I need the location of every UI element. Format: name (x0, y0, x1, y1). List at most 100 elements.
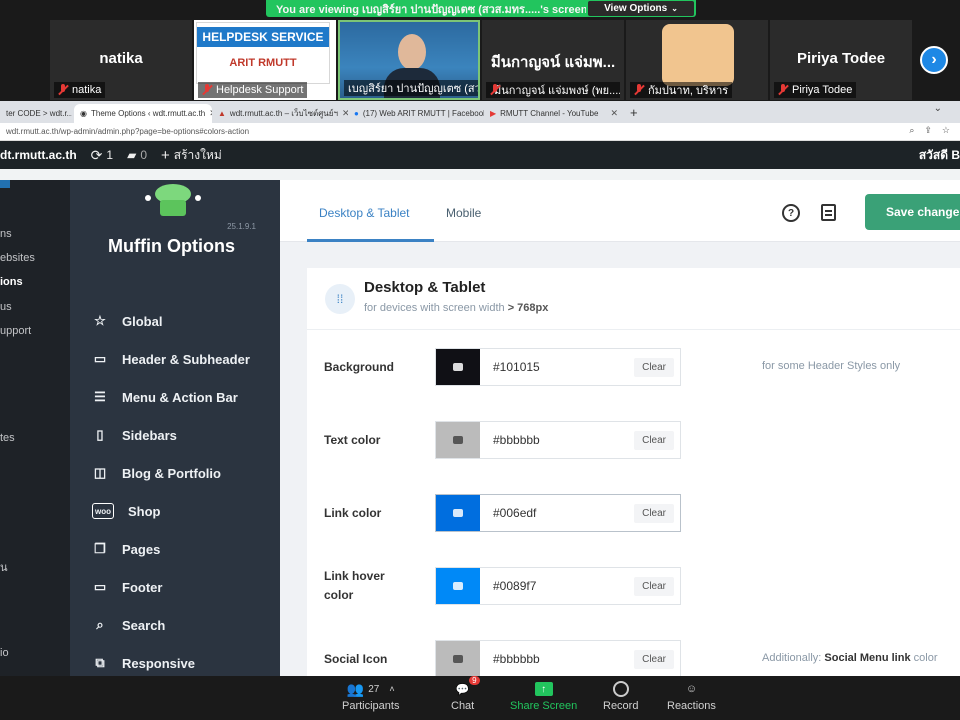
color-swatch[interactable] (436, 495, 480, 531)
search-icon: ⌕ (96, 617, 104, 632)
zoom-icon[interactable]: ⌕ (909, 125, 914, 136)
sidebar-item-current[interactable]: ions (0, 276, 23, 288)
site-name-link[interactable]: dt.rmutt.ac.th (0, 148, 77, 162)
wp-admin-sidebar: ns ebsites ions us upport tes น io (0, 180, 70, 676)
nav-header-subheader[interactable]: ▭ Header & Subheader (92, 351, 250, 367)
close-icon[interactable]: ✕ (610, 108, 618, 119)
browser-tab[interactable]: ▶ RMUTT Channel - YouTube ✕ (484, 104, 624, 123)
greeting[interactable]: สวัสดี B (919, 146, 960, 165)
record-button[interactable]: Record (603, 680, 638, 712)
nav-pages[interactable]: ❐ Pages (92, 541, 160, 557)
color-hex-input[interactable]: #006edf (493, 506, 536, 520)
clear-button[interactable]: Clear (634, 649, 674, 669)
responsive-icon: ⧉ (95, 655, 105, 670)
clear-button[interactable]: Clear (634, 576, 674, 596)
new-content-link[interactable]: + สร้างใหม่ (161, 146, 222, 165)
color-swatch[interactable] (436, 422, 480, 458)
color-swatch[interactable] (436, 349, 480, 385)
participant-tile[interactable]: กัมปนาท, บริหาร (626, 20, 768, 100)
sidebar-item[interactable]: us (0, 301, 12, 313)
save-changes-button[interactable]: Save changes (865, 194, 960, 230)
nav-menu-action-bar[interactable]: ☰ Menu & Action Bar (92, 389, 238, 405)
tab-bar: ter CODE > wdt.r...✕ ◉Theme Options ‹ wd… (0, 101, 960, 123)
updates-link[interactable]: ⟳ 1 (91, 147, 113, 164)
content-header: Desktop & Tablet Mobile ? Save changes (280, 180, 960, 242)
sidebar-item[interactable]: ebsites (0, 252, 35, 264)
color-hex-input[interactable]: #bbbbbb (493, 433, 540, 447)
participant-tile[interactable]: HELPDESK SERVICE ARIT RMUTT Helpdesk Sup… (194, 20, 336, 100)
chevron-up-icon[interactable]: ˄ (389, 684, 394, 694)
participant-tile[interactable]: Piriya Todee Piriya Todee (770, 20, 912, 100)
sidebar-item[interactable]: io (0, 647, 9, 659)
share-screen-icon: ↑ (534, 682, 553, 696)
globe-icon: ◉ (80, 109, 87, 118)
chevron-down-icon[interactable]: ⌄ (934, 103, 942, 114)
color-picker[interactable]: #bbbbbb Clear (435, 421, 681, 459)
browser-tab[interactable]: ter CODE > wdt.r...✕ (0, 104, 72, 123)
participants-button[interactable]: 👥 27 ˄ Participants (342, 680, 399, 713)
paint-bucket-icon (453, 509, 463, 517)
chevron-down-icon: ⌄ (671, 4, 678, 13)
nav-responsive[interactable]: ⧉ Responsive (92, 655, 195, 671)
sidebar-item[interactable]: ns (0, 228, 12, 240)
woo-icon: woo (92, 503, 114, 519)
color-picker[interactable]: #006edf Clear (435, 494, 681, 532)
comments-link[interactable]: ▰ 0 (127, 148, 147, 162)
color-picker[interactable]: #0089f7 Clear (435, 567, 681, 605)
participant-tile[interactable]: natika natika (50, 20, 192, 100)
nav-shop[interactable]: woo Shop (92, 503, 161, 519)
new-tab-button[interactable]: + (630, 105, 638, 120)
view-options-label: View Options (604, 3, 668, 14)
color-picker[interactable]: #101015 Clear (435, 348, 681, 386)
share-screen-button[interactable]: ↑ Share Screen (510, 680, 577, 712)
tab-desktop-tablet[interactable]: Desktop & Tablet (319, 206, 410, 220)
documentation-icon[interactable] (821, 204, 836, 221)
reactions-icon: ☺ (685, 683, 698, 695)
view-options-button[interactable]: View Options ⌄ (588, 1, 694, 16)
clear-button[interactable]: Clear (634, 357, 674, 377)
color-hex-input[interactable]: #bbbbbb (493, 652, 540, 666)
color-picker[interactable]: #bbbbbb Clear (435, 640, 681, 678)
participants-icon: 👥 27 ˄ (346, 680, 395, 697)
active-tab-indicator (307, 239, 434, 242)
sidebar-icon: ▯ (96, 427, 104, 442)
color-hex-input[interactable]: #101015 (493, 360, 540, 374)
sidebar-item[interactable]: upport (0, 325, 31, 337)
address-bar-icons: ⌕ ⇪ ☆ (909, 125, 950, 136)
participant-name: มีนกาญจน์ แจ่มพ... (490, 54, 616, 71)
chat-badge: 9 (469, 676, 480, 685)
nav-global[interactable]: ☆ Global (92, 313, 162, 329)
participant-tile[interactable]: มีนกาญจน์ แจ่มพ... มีนกาญจน์ แจ่มพงษ์ (พ… (482, 20, 624, 100)
option-row-social-icon: Social Icon #bbbbbb Clear Additionally: … (307, 622, 960, 678)
color-swatch[interactable] (436, 641, 480, 677)
star-icon[interactable]: ☆ (942, 125, 950, 136)
color-hex-input[interactable]: #0089f7 (493, 579, 536, 593)
share-icon[interactable]: ⇪ (924, 125, 932, 136)
clear-button[interactable]: Clear (634, 430, 674, 450)
participant-strip: natika natika HELPDESK SERVICE ARIT RMUT… (0, 18, 960, 101)
address-bar[interactable]: wdt.rmutt.ac.th/wp-admin/admin.php?page=… (0, 123, 960, 141)
browser-tab[interactable]: ▲ wdt.rmutt.ac.th – เว็บไซต์ศูนย์ฯ ✕ (212, 104, 348, 123)
nav-sidebars[interactable]: ▯ Sidebars (92, 427, 177, 443)
nav-search[interactable]: ⌕ Search (92, 617, 165, 633)
zoom-toolbar: 👥 27 ˄ Participants 💬 9 Chat ↑ Share Screen… (0, 676, 960, 720)
panel-title: Desktop & Tablet (364, 279, 486, 296)
chat-button[interactable]: 💬 9 Chat (451, 676, 480, 712)
reactions-button[interactable]: ☺ Reactions (667, 680, 716, 712)
option-label: Link hover color (324, 569, 385, 602)
browser-tab-active[interactable]: ◉Theme Options ‹ wdt.rmutt.ac.th✕ (74, 104, 212, 123)
tab-mobile[interactable]: Mobile (446, 206, 481, 220)
options-content: Desktop & Tablet Mobile ? Save changes ⁞… (280, 180, 960, 678)
participant-tile-active[interactable]: เบญสิร์ยา ปานปัญญเตซ (สวส... (338, 20, 480, 100)
next-page-button[interactable]: › (920, 46, 948, 74)
sidebar-item[interactable]: tes (0, 432, 15, 444)
viewing-text: You are viewing เบญสิร์ยา ปานปัญญเตซ (สว… (276, 3, 586, 16)
clear-button[interactable]: Clear (634, 503, 674, 523)
nav-footer[interactable]: ▭ Footer (92, 579, 163, 595)
browser-tab[interactable]: ●(17) Web ARIT RMUTT | Facebook✕ (348, 104, 484, 123)
color-swatch[interactable] (436, 568, 480, 604)
help-icon[interactable]: ? (782, 204, 800, 222)
wp-page: ns ebsites ions us upport tes น io 25.1.… (0, 180, 960, 678)
sidebar-item[interactable]: น (0, 558, 8, 576)
nav-blog-portfolio[interactable]: ◫ Blog & Portfolio (92, 465, 221, 481)
